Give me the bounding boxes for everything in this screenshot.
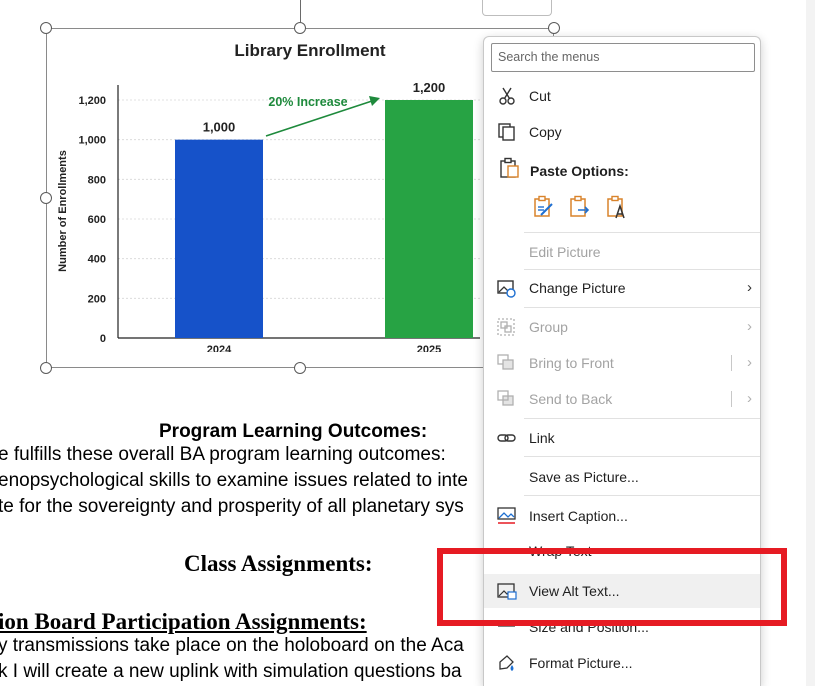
y-tick-label: 1,200	[78, 95, 106, 107]
send-to-back-icon	[497, 390, 514, 406]
menu-label-cut: Cut	[529, 88, 551, 104]
x-tick-label: 2025	[417, 344, 441, 352]
menu-label-save-as-picture: Save as Picture...	[529, 469, 639, 485]
paste-text-only-icon[interactable]	[605, 195, 629, 221]
resize-handle-bottom-left[interactable]	[40, 362, 52, 374]
chevron-right-icon: ›	[747, 318, 752, 335]
paste-keep-formatting-icon[interactable]	[532, 195, 556, 221]
menu-separator	[524, 232, 760, 233]
split-divider	[731, 355, 732, 371]
resize-handle-top-left[interactable]	[40, 22, 52, 34]
program-learning-outcomes-heading: Program Learning Outcomes:	[159, 421, 428, 442]
y-tick-label: 600	[88, 214, 106, 226]
chevron-right-icon: ›	[747, 390, 752, 407]
tooltip-stub	[482, 0, 552, 16]
outcomes-line-2: enopsychological skills to examine issue…	[0, 470, 468, 491]
y-tick-label: 1,000	[78, 135, 106, 147]
menu-separator	[524, 269, 760, 270]
bar-2025	[385, 100, 473, 338]
menu-label-format-picture: Format Picture...	[529, 655, 633, 671]
scissors-icon	[499, 87, 515, 105]
format-picture-icon	[499, 655, 514, 671]
paste-options-label: Paste Options:	[530, 163, 629, 179]
menu-label-copy: Copy	[529, 124, 562, 140]
resize-handle-top-middle[interactable]	[294, 22, 306, 34]
rotation-stem	[300, 0, 301, 22]
menu-label-insert-caption: Insert Caption...	[529, 508, 628, 524]
menu-label-link: Link	[529, 430, 555, 446]
paste-merge-formatting-icon[interactable]	[568, 195, 592, 221]
menu-label-edit-picture: Edit Picture	[529, 244, 601, 260]
menu-label-send-to-back: Send to Back	[529, 391, 613, 407]
chevron-right-icon: ›	[747, 279, 752, 296]
menu-item-edit-picture[interactable]: Edit Picture	[484, 235, 760, 269]
menu-separator	[524, 495, 760, 496]
outcomes-line-3: te for the sovereignty and prosperity of…	[0, 496, 464, 517]
resize-handle-top-right[interactable]	[548, 22, 560, 34]
chart-bars: 1,000 2024 1,200 2025	[175, 80, 473, 352]
chart-title: Library Enrollment	[234, 41, 385, 60]
x-tick-label: 2024	[207, 344, 232, 352]
bar-2024	[175, 139, 263, 338]
menu-item-save-as-picture[interactable]: Save as Picture...	[484, 460, 760, 494]
change-picture-icon	[497, 280, 516, 298]
menu-label-group: Group	[529, 319, 568, 335]
discussion-line-1: y transmissions take place on the holobo…	[0, 635, 464, 656]
menu-item-copy[interactable]: Copy	[484, 115, 760, 149]
y-tick-label: 800	[88, 174, 106, 186]
bar-value-label: 1,200	[413, 80, 446, 95]
class-assignments-heading: Class Assignments:	[184, 551, 373, 576]
menu-separator	[524, 418, 760, 419]
chevron-right-icon: ›	[747, 354, 752, 371]
menu-label-bring-to-front: Bring to Front	[529, 355, 614, 371]
link-icon	[497, 434, 516, 442]
y-axis-label: Number of Enrollments	[57, 150, 69, 272]
library-enrollment-chart[interactable]: Library Enrollment Number of Enrollments…	[48, 30, 480, 352]
annotation-highlight-box	[437, 548, 787, 626]
increase-annotation: 20% Increase	[268, 95, 347, 109]
menu-item-group[interactable]: Group ›	[484, 310, 760, 344]
menu-separator	[524, 456, 760, 457]
bring-to-front-icon	[497, 354, 514, 370]
insert-caption-icon	[497, 507, 516, 524]
group-icon	[497, 318, 515, 336]
split-divider	[731, 391, 732, 407]
menu-search-input[interactable]: Search the menus	[491, 43, 755, 72]
copy-icon	[498, 123, 515, 141]
bar-value-label: 1,000	[203, 120, 236, 135]
discussion-line-2: k I will create a new uplink with simula…	[0, 661, 462, 682]
menu-item-insert-caption[interactable]: Insert Caption...	[484, 499, 760, 533]
menu-item-format-picture[interactable]: Format Picture...	[484, 646, 760, 680]
menu-item-bring-to-front[interactable]: Bring to Front ›	[484, 346, 760, 380]
page-gutter	[806, 0, 815, 686]
y-tick-label: 200	[88, 293, 106, 305]
menu-item-send-to-back[interactable]: Send to Back ›	[484, 382, 760, 416]
resize-handle-middle-left[interactable]	[40, 192, 52, 204]
menu-separator	[524, 307, 760, 308]
menu-label-change-picture: Change Picture	[529, 280, 626, 296]
resize-handle-bottom-middle[interactable]	[294, 362, 306, 374]
y-tick-label: 0	[100, 333, 106, 345]
y-tick-label: 400	[88, 254, 106, 266]
menu-item-link[interactable]: Link	[484, 421, 760, 455]
discussion-board-heading: ion Board Participation Assignments:	[0, 609, 367, 634]
menu-item-change-picture[interactable]: Change Picture ›	[484, 271, 760, 305]
y-tick-labels: 0 200 400 600 800 1,000 1,200	[78, 95, 106, 345]
menu-item-cut[interactable]: Cut	[484, 79, 760, 113]
paste-clipboard-icon	[500, 157, 519, 178]
outcomes-line-1: e fulfills these overall BA program lear…	[0, 444, 446, 465]
